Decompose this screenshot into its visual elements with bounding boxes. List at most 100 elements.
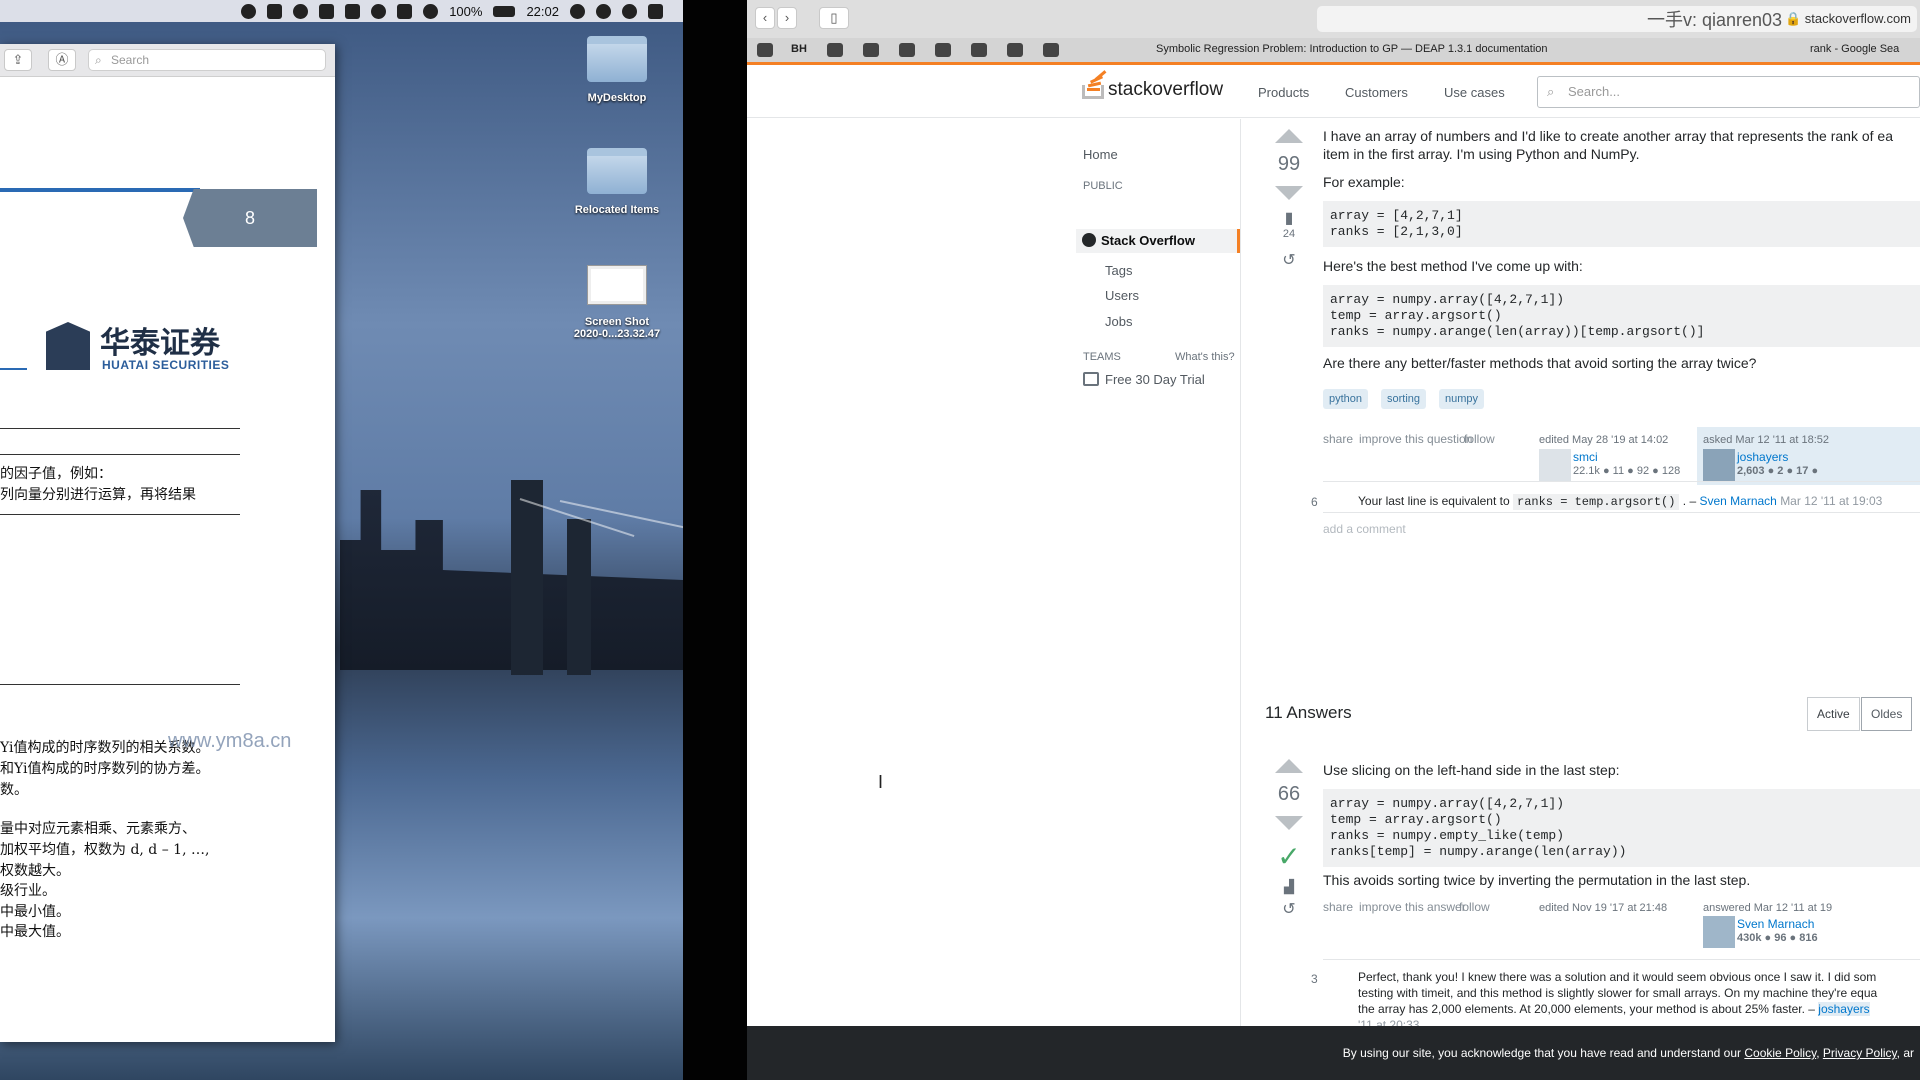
comment-date[interactable]: '11 at 20:33 [1358, 1017, 1419, 1026]
shield-icon[interactable] [267, 3, 283, 19]
nav-products[interactable]: Products [1258, 85, 1309, 100]
clock[interactable]: 22:02 [526, 4, 559, 19]
spotlight-icon[interactable] [596, 3, 611, 19]
upvote-icon[interactable] [1275, 129, 1303, 143]
history-icon[interactable]: ↺ [1271, 250, 1307, 270]
tag-sorting[interactable]: sorting [1381, 389, 1427, 409]
cookie-banner: By using our site, you acknowledge that … [747, 1026, 1920, 1080]
downvote-icon[interactable] [1275, 816, 1303, 830]
downvote-icon[interactable] [1275, 186, 1303, 200]
upvote-icon[interactable] [1275, 759, 1303, 773]
watermark-text: 一手v: qianren03 [1647, 10, 1783, 30]
status-icon[interactable] [241, 3, 257, 19]
sidebar-item-users[interactable]: Users [1105, 288, 1139, 303]
sidebar-item-jobs[interactable]: Jobs [1105, 314, 1132, 329]
volume-icon[interactable] [319, 3, 335, 19]
tag-python[interactable]: python [1323, 389, 1369, 409]
editor-name[interactable]: smci [1573, 450, 1598, 464]
share-button[interactable]: ⇪ [4, 49, 32, 71]
code-block: array = numpy.array([4,2,7,1]) temp = ar… [1323, 789, 1920, 867]
forward-button[interactable]: › [777, 7, 797, 29]
divider [0, 454, 240, 455]
bookmark-icon[interactable] [935, 43, 951, 57]
tab-google-search[interactable]: rank - Google Sea [1810, 43, 1899, 55]
wechat-icon[interactable] [293, 3, 309, 19]
sidebar-item-tags[interactable]: Tags [1105, 263, 1132, 278]
comment-line: Perfect, thank you! I knew there was a s… [1358, 970, 1877, 984]
share-link[interactable]: share [1323, 900, 1353, 914]
bluetooth-icon[interactable] [423, 3, 439, 19]
sidebar-item-stackoverflow[interactable]: Stack Overflow [1076, 229, 1240, 253]
comment-user[interactable]: Sven Marnach [1699, 494, 1776, 508]
divider [1323, 481, 1920, 482]
sort-oldest-button[interactable]: Oldes [1861, 697, 1913, 731]
nav-customers[interactable]: Customers [1345, 85, 1408, 100]
avatar[interactable] [1703, 449, 1735, 481]
sidebar-caption-teams: TEAMS [1083, 351, 1121, 363]
bookmark-icon[interactable] [863, 43, 879, 57]
bookmark-icon[interactable] [757, 43, 773, 57]
back-button[interactable]: ‹ [755, 7, 775, 29]
cookie-policy-link[interactable]: Cookie Policy [1744, 1046, 1816, 1060]
address-bar[interactable]: 🔒 stackoverflow.com [1317, 6, 1917, 32]
bookmark-icon[interactable] [899, 43, 915, 57]
whats-this-link[interactable]: What's this? [1175, 351, 1235, 363]
answered-timestamp[interactable]: answered Mar 12 '11 at 19 [1703, 902, 1832, 914]
question-votes: 99 ▮ 24 ↺ [1271, 129, 1307, 270]
comment-date[interactable]: Mar 12 '11 at 19:03 [1780, 494, 1882, 508]
sort-active-button[interactable]: Active [1807, 697, 1860, 731]
battery-icon[interactable] [493, 5, 516, 17]
sidebar-toggle-icon[interactable]: ▯ [819, 7, 849, 29]
follow-link[interactable]: follow [1464, 432, 1495, 446]
add-comment-link[interactable]: add a comment [1323, 522, 1406, 536]
privacy-policy-link[interactable]: Privacy Policy [1823, 1046, 1897, 1060]
bookmark-icon[interactable]: ▮ [1271, 208, 1307, 228]
share-link[interactable]: share [1323, 432, 1353, 446]
desktop-icon-mydesktop[interactable]: MyDesktop [557, 36, 677, 104]
free-trial-link[interactable]: Free 30 Day Trial [1105, 372, 1205, 387]
pdf-text-line: 加权平均值，权数为 d, d – 1, …, [0, 842, 210, 858]
sidebar-item-home[interactable]: Home [1083, 147, 1118, 162]
avatar[interactable] [1539, 449, 1571, 481]
asker-name[interactable]: joshayers [1737, 450, 1788, 464]
siri-icon[interactable] [622, 3, 637, 19]
activity-icon[interactable]: ▟ [1271, 879, 1307, 895]
text-cursor-icon: I [878, 772, 884, 792]
desktop-icon-relocated-items[interactable]: Relocated Items [557, 148, 677, 216]
answer-author[interactable]: Sven Marnach [1737, 917, 1814, 931]
improve-question-link[interactable]: improve this question [1359, 432, 1472, 446]
follow-link[interactable]: follow [1459, 900, 1490, 914]
pdf-text-line: 权数越大。 [0, 863, 70, 879]
stackoverflow-logo-icon[interactable] [1082, 70, 1107, 101]
history-icon[interactable]: ↺ [1271, 899, 1307, 919]
tab-active[interactable]: Symbolic Regression Problem: Introductio… [1156, 43, 1548, 55]
bookmark-icon[interactable] [971, 43, 987, 57]
comment-user[interactable]: joshayers [1818, 1002, 1870, 1016]
edited-timestamp[interactable]: edited May 28 '19 at 14:02 [1539, 434, 1668, 446]
user-icon[interactable] [570, 3, 585, 19]
tag-numpy[interactable]: numpy [1439, 389, 1485, 409]
bookmark-icon[interactable] [1043, 43, 1059, 57]
tag-list: python sorting numpy [1323, 389, 1523, 409]
avatar[interactable] [1703, 916, 1735, 948]
wifi-icon[interactable] [371, 3, 387, 19]
input-source-icon[interactable] [397, 3, 413, 19]
display-icon[interactable] [345, 3, 361, 19]
nav-use-cases[interactable]: Use cases [1444, 85, 1505, 100]
pdf-search-input[interactable]: ⌕ Search [88, 49, 326, 71]
asked-timestamp[interactable]: asked Mar 12 '11 at 18:52 [1703, 434, 1829, 446]
so-search-input[interactable]: ⌕ Search... [1537, 76, 1920, 108]
so-header: stackoverflow Products Customers Use cas… [747, 62, 1920, 118]
improve-answer-link[interactable]: improve this answer [1359, 900, 1466, 914]
stackoverflow-logo-text[interactable]: stackoverflow [1108, 79, 1223, 101]
annotate-button[interactable]: Ⓐ [48, 49, 76, 71]
header-rule [0, 188, 200, 192]
desktop-icon-screenshot[interactable]: Screen Shot 2020-0...23.32.47 [557, 266, 677, 340]
bookmark-icon[interactable] [1007, 43, 1023, 57]
logo-rule [0, 368, 27, 370]
bookmark-icon[interactable] [827, 43, 843, 57]
edited-timestamp[interactable]: edited Nov 19 '17 at 21:48 [1539, 902, 1667, 914]
bookmark-bh[interactable]: BH [791, 43, 807, 55]
notification-center-icon[interactable] [648, 3, 663, 19]
battery-percent[interactable]: 100% [449, 4, 482, 19]
